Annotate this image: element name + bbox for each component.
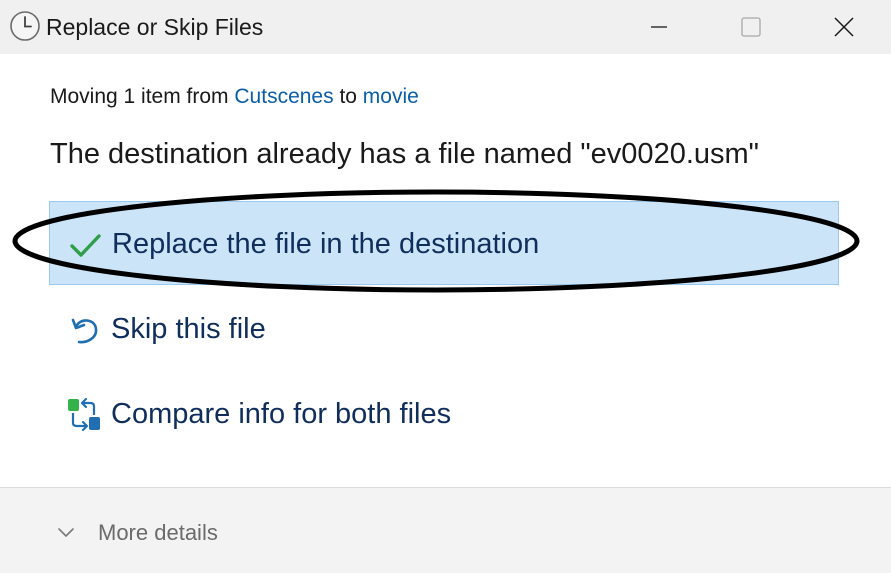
maximize-icon bbox=[741, 17, 761, 37]
skip-file-label: Skip this file bbox=[111, 313, 266, 345]
window-title: Replace or Skip Files bbox=[46, 14, 264, 40]
destination-folder-link[interactable]: movie bbox=[363, 85, 419, 108]
source-folder-link[interactable]: Cutscenes bbox=[234, 85, 333, 108]
dialog-footer: More details bbox=[0, 487, 891, 573]
more-details-label: More details bbox=[98, 520, 218, 545]
title-bar[interactable]: Replace or Skip Files bbox=[0, 0, 891, 54]
more-details-toggle[interactable]: More details bbox=[56, 518, 218, 548]
compare-files-label: Compare info for both files bbox=[111, 398, 452, 430]
chevron-down-icon bbox=[58, 528, 74, 537]
move-prefix: Moving 1 item from bbox=[50, 85, 235, 108]
compare-files-option[interactable]: Compare info for both files bbox=[49, 372, 839, 456]
minimize-button[interactable] bbox=[623, 0, 695, 54]
close-icon bbox=[834, 17, 854, 37]
compare-files-icon bbox=[68, 397, 100, 432]
replace-or-skip-dialog: Replace or Skip Files Moving 1 item from… bbox=[0, 0, 891, 573]
undo-arrow-icon bbox=[71, 318, 98, 344]
move-summary: Moving 1 item from Cutscenes to movie bbox=[50, 83, 419, 111]
skip-file-option[interactable]: Skip this file bbox=[49, 287, 839, 371]
checkmark-icon bbox=[70, 234, 101, 257]
clock-icon bbox=[10, 11, 40, 41]
replace-file-label: Replace the file in the destination bbox=[112, 228, 540, 260]
replace-file-option[interactable]: Replace the file in the destination bbox=[49, 201, 839, 285]
close-button[interactable] bbox=[808, 0, 880, 54]
to-word: to bbox=[333, 85, 363, 108]
maximize-button bbox=[715, 0, 787, 54]
conflict-message: The destination already has a file named… bbox=[50, 138, 759, 170]
minimize-icon bbox=[651, 26, 667, 28]
